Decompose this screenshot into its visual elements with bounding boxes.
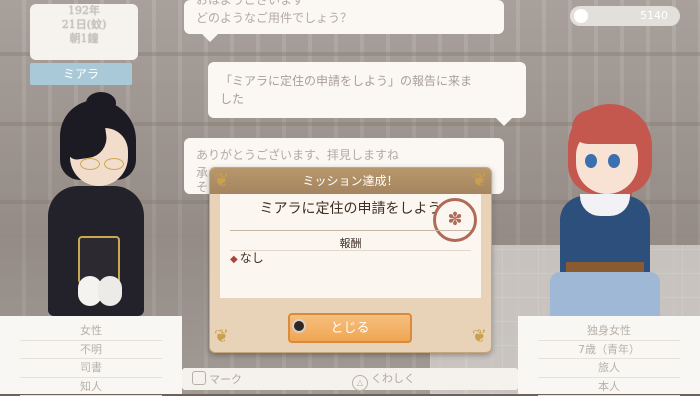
info-row: 不明	[20, 341, 162, 360]
divider	[230, 250, 471, 251]
info-row: 独身女性	[538, 322, 680, 341]
speaker-name-tag: ミアラ	[30, 63, 132, 85]
dialog-body: ミアラに定住の申請をしよう ✽ 報酬 ◆なし	[220, 194, 481, 298]
character-glove	[98, 276, 122, 306]
dialogue-line: おはようございます	[196, 0, 492, 9]
dialog-header-title: ミッション達成！	[302, 174, 398, 188]
detail-label: くわしく	[371, 372, 415, 385]
dialogue-line: した	[220, 90, 514, 108]
info-row: 知人	[20, 378, 162, 396]
close-button[interactable]: とじる	[288, 313, 412, 343]
glasses-icon	[80, 158, 100, 170]
character-eye	[608, 154, 620, 168]
date-day: 21日(蚊)	[30, 18, 138, 32]
triangle-button-icon: △	[352, 375, 368, 391]
character-eye	[585, 154, 597, 168]
mark-label: マーク	[209, 373, 242, 386]
money-value: 5140	[640, 9, 668, 22]
reward-label: 報酬	[220, 235, 481, 251]
date-year: 192年	[30, 4, 138, 18]
character-fringe	[572, 110, 642, 144]
dialogue-line: 「ミアラに定住の申請をしよう」の報告に来ま	[220, 72, 514, 90]
info-row: 司書	[20, 359, 162, 378]
ornament-icon: ❦	[214, 172, 229, 190]
info-row: 旅人	[538, 359, 680, 378]
player-info-panel: 独身女性 7歳（青年） 旅人 本人	[518, 316, 700, 394]
glasses-icon	[104, 158, 124, 170]
dialogue-line: どのようなご用件でしょう？	[196, 9, 492, 27]
date-day-value: 21日(	[62, 18, 91, 31]
reward-item-label: なし	[240, 251, 264, 265]
info-row: 本人	[538, 378, 680, 396]
npc-info-panel: 女性 不明 司書 知人	[0, 316, 182, 394]
money-display: 5140	[570, 6, 680, 26]
square-button-icon	[192, 371, 206, 385]
character-skirt	[550, 272, 660, 316]
date-panel: 192年 21日(蚊) 朝1鐘	[30, 4, 138, 60]
dialogue-bubble-player: 「ミアラに定住の申請をしよう」の報告に来ま した	[208, 62, 526, 118]
dialogue-line: ありがとうございます、拝見しますね	[196, 146, 492, 164]
date-day-suffix: 蚊)	[91, 18, 106, 31]
dialogue-bubble-npc: おはようございます どのようなご用件でしょう？	[184, 0, 504, 34]
mark-action[interactable]: マーク	[192, 371, 242, 388]
ornament-icon: ❦	[472, 328, 487, 346]
mission-complete-dialog: ミッション達成！ ❦ ❦ ミアラに定住の申請をしよう ✽ 報酬 ◆なし ❦ ❦ …	[209, 167, 492, 353]
circle-button-icon	[292, 319, 306, 333]
info-row: 7歳（青年）	[538, 341, 680, 360]
coin-icon	[574, 9, 588, 23]
ornament-icon: ❦	[214, 328, 229, 346]
divider	[230, 230, 471, 231]
close-button-label: とじる	[330, 321, 369, 336]
ornament-icon: ❦	[472, 172, 487, 190]
reward-item: ◆なし	[230, 250, 264, 268]
bottom-control-bar: マーク △くわしく	[182, 368, 518, 390]
diamond-bullet-icon: ◆	[230, 254, 238, 265]
date-time: 朝1鐘	[30, 32, 138, 46]
dialog-header: ミッション達成！	[210, 168, 491, 194]
detail-action[interactable]: △くわしく	[352, 371, 415, 391]
info-row: 女性	[20, 322, 162, 341]
character-belt	[566, 262, 644, 272]
